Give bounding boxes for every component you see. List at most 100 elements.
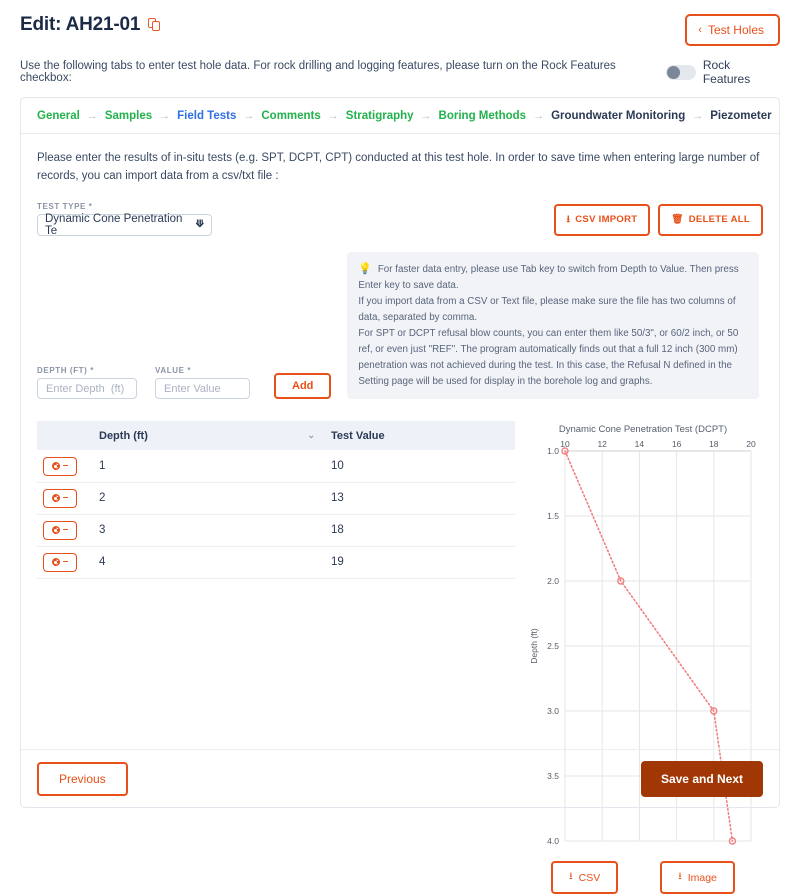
save-and-next-button[interactable]: Save and Next [640, 760, 763, 797]
test-type-select[interactable]: Dynamic Cone Penetration Te ⟱ [37, 212, 212, 237]
gear-icon [51, 494, 60, 503]
test-holes-label: Test Holes [707, 23, 764, 37]
instruction-row: Use the following tabs to enter test hol… [20, 58, 780, 86]
value-input[interactable] [155, 378, 250, 400]
tab-groundwater-monitoring[interactable]: Groundwater Monitoring [551, 110, 685, 122]
tip-line-1: 💡 For faster data entry, please use Tab … [358, 261, 748, 295]
row-depth: 2 [89, 482, 321, 515]
col-depth-label: Depth (ft) [99, 429, 148, 442]
entry-fields: DEPTH (FT) * VALUE * Add [37, 252, 347, 400]
row-actions-cell: – [37, 546, 89, 579]
x-tick-label: 12 [597, 439, 607, 449]
col-actions [37, 421, 89, 451]
tab-comments[interactable]: Comments [261, 110, 320, 122]
gear-icon [51, 462, 60, 471]
instruction-text: Use the following tabs to enter test hol… [20, 60, 616, 84]
y-tick-label: 1.5 [547, 511, 559, 521]
minus-icon: – [62, 492, 69, 504]
tab-nav: General → Samples → Field Tests → Commen… [21, 98, 779, 134]
y-tick-label: 1.0 [547, 446, 559, 456]
previous-button[interactable]: Previous [37, 761, 128, 796]
test-type-row: TEST TYPE * Dynamic Cone Penetration Te … [37, 202, 763, 237]
tab-arrow-icon: → [327, 110, 339, 122]
row-value: 19 [321, 546, 515, 579]
tab-arrow-icon: → [692, 110, 704, 122]
y-axis-label: Depth (ft) [529, 629, 539, 665]
x-tick-label: 14 [635, 439, 645, 449]
x-tick-label: 16 [672, 439, 682, 449]
csv-import-button[interactable]: ⭳ CSV IMPORT [553, 203, 651, 236]
sort-caret-icon[interactable]: ⌄ [307, 430, 315, 441]
copy-icon[interactable] [148, 18, 161, 32]
card-footer: Previous Save and Next [21, 749, 779, 807]
chart-csv-label: CSV [578, 871, 601, 884]
row-actions-cell: – [37, 450, 89, 483]
results-area: Depth (ft) ⌄ Test Value –1 10–2 13–3 18–4 19… [37, 421, 763, 894]
tab-stratigraphy[interactable]: Stratigraphy [346, 110, 414, 122]
row-actions-cell: – [37, 482, 89, 515]
row-action-button[interactable]: – [43, 488, 77, 508]
rock-features-label: Rock Features [702, 58, 751, 86]
tab-general[interactable]: General [37, 110, 80, 122]
table-row: – 3 18 [37, 514, 515, 547]
tab-boring-methods[interactable]: Boring Methods [439, 110, 527, 122]
tip-text-3: For SPT or DCPT refusal blow counts, you… [358, 328, 739, 387]
minus-icon: – [62, 556, 69, 568]
col-depth: Depth (ft) ⌄ [89, 421, 321, 451]
tab-field-tests[interactable]: Field Tests [177, 110, 236, 122]
chart-csv-button[interactable]: ⭳ CSV [551, 861, 619, 894]
tab-piezometer[interactable]: Piezometer [710, 110, 771, 122]
tab-arrow-icon: → [420, 110, 432, 122]
add-button-wrap: Add [274, 373, 332, 400]
table-actions: ⭳ CSV IMPORT 🗑 DELETE ALL [553, 203, 763, 236]
tip-text-1: For faster data entry, please use Tab ke… [358, 263, 739, 292]
row-value: 10 [321, 450, 515, 483]
add-button[interactable]: Add [274, 373, 332, 400]
tab-samples[interactable]: Samples [105, 110, 152, 122]
row-value: 18 [321, 514, 515, 547]
chevron-down-icon: ⟱ [195, 219, 204, 231]
row-actions-cell: – [37, 514, 89, 547]
depth-label: DEPTH (FT) * [37, 366, 94, 376]
x-tick-label: 20 [746, 439, 756, 449]
delete-all-button[interactable]: 🗑 DELETE ALL [658, 203, 763, 236]
table-header-row: Depth (ft) ⌄ Test Value [37, 421, 515, 451]
table-row: – 2 13 [37, 482, 515, 515]
value-label: VALUE * [155, 366, 192, 376]
y-tick-label: 2.5 [547, 641, 559, 651]
tab-arrow-icon: → [533, 110, 545, 122]
tip-text-2: If you import data from a CSV or Text fi… [358, 296, 736, 324]
row-action-button[interactable]: – [43, 520, 77, 540]
upload-icon: ⭳ [566, 213, 571, 225]
intro-text: Please enter the results of in-situ test… [37, 152, 760, 182]
test-type-value: Dynamic Cone Penetration Te [45, 212, 183, 237]
gear-icon [51, 526, 60, 535]
row-depth: 4 [89, 546, 321, 579]
page-title: Edit: AH21-01 [20, 14, 161, 36]
y-tick-label: 4.0 [547, 836, 559, 846]
tab-arrow-icon: → [86, 110, 98, 122]
trash-icon: 🗑 [671, 214, 684, 226]
page-root: Edit: AH21-01 ‹ Test Holes Use the follo… [0, 0, 800, 894]
rock-features-toggle[interactable] [665, 64, 696, 80]
row-action-button[interactable]: – [43, 456, 77, 476]
test-holes-button[interactable]: ‹ Test Holes [685, 14, 780, 46]
depth-input[interactable] [37, 378, 137, 400]
csv-import-label: CSV IMPORT [575, 214, 638, 226]
page-header: Edit: AH21-01 ‹ Test Holes [20, 0, 780, 46]
table-row: – 4 19 [37, 546, 515, 579]
row-action-button[interactable]: – [43, 552, 77, 572]
test-type-field: TEST TYPE * Dynamic Cone Penetration Te … [37, 202, 212, 237]
chart-image-button[interactable]: ⭳ Image [660, 861, 735, 894]
rock-features-control[interactable]: Rock Features [665, 58, 780, 86]
depth-field: DEPTH (FT) * [37, 366, 137, 400]
row-depth: 3 [89, 514, 321, 547]
chart-image-label: Image [687, 871, 717, 884]
content-card: General → Samples → Field Tests → Commen… [20, 97, 780, 894]
page-title-text: Edit: AH21-01 [20, 14, 141, 35]
minus-icon: – [62, 524, 69, 536]
tip-box: 💡 For faster data entry, please use Tab … [347, 251, 760, 400]
chart-title: Dynamic Cone Penetration Test (DCPT) [558, 424, 728, 436]
lightbulb-icon: 💡 [358, 262, 373, 275]
row-depth: 1 [89, 450, 321, 483]
